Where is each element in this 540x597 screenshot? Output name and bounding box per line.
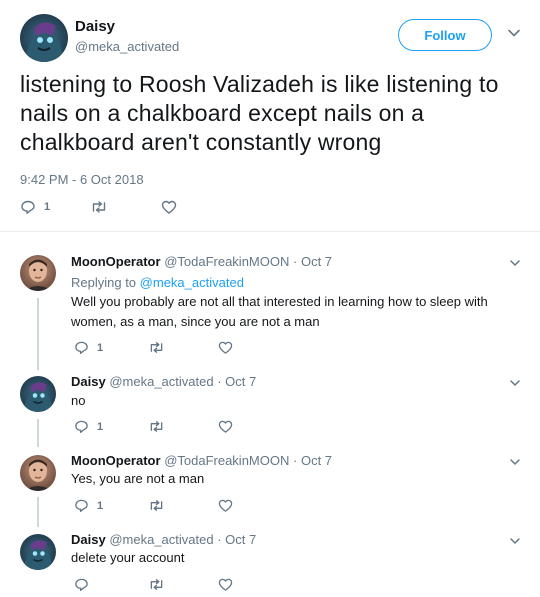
- thread-line: [37, 298, 39, 370]
- retweet-button[interactable]: [148, 419, 218, 434]
- reply-text: Yes, you are not a man: [71, 471, 205, 486]
- reply-count: 1: [44, 201, 51, 213]
- separator: ·: [217, 532, 222, 547]
- retweet-icon: [148, 498, 165, 513]
- follow-button[interactable]: Follow: [398, 19, 492, 51]
- avatar[interactable]: [20, 534, 56, 570]
- avatar[interactable]: [20, 455, 56, 491]
- replying-prefix: Replying to: [71, 275, 137, 290]
- reply-icon: [74, 419, 89, 434]
- tweet-text: listening to Roosh Valizadeh is like lis…: [20, 71, 499, 155]
- author-name[interactable]: Daisy: [75, 18, 115, 35]
- reply-text: no: [71, 393, 86, 408]
- thread-line: [37, 497, 39, 527]
- replying-to: Replying to @meka_activated: [71, 275, 244, 290]
- separator: ·: [293, 254, 298, 269]
- reply-icon: [74, 498, 89, 513]
- reply-date[interactable]: Oct 7: [225, 374, 256, 389]
- avatar[interactable]: [20, 14, 68, 62]
- author-handle[interactable]: @TodaFreakinMOON: [164, 453, 289, 468]
- like-button[interactable]: [218, 340, 233, 355]
- heart-icon: [218, 498, 233, 513]
- like-button[interactable]: [218, 577, 233, 592]
- retweet-icon: [148, 340, 165, 355]
- retweet-button[interactable]: [148, 340, 218, 355]
- chevron-down-icon[interactable]: [509, 455, 521, 473]
- retweet-button[interactable]: [148, 498, 218, 513]
- reply-button[interactable]: 1: [74, 419, 148, 434]
- author-handle[interactable]: @TodaFreakinMOON: [164, 254, 289, 269]
- author-name[interactable]: Daisy: [71, 532, 106, 547]
- author-name[interactable]: MoonOperator: [71, 254, 161, 269]
- reply-header: Daisy @meka_activated · Oct 7: [71, 374, 256, 389]
- reply-text: delete your account: [71, 550, 185, 565]
- chevron-down-icon[interactable]: [507, 26, 521, 45]
- reply-header: MoonOperator @TodaFreakinMOON · Oct 7: [71, 453, 332, 468]
- reply-date[interactable]: Oct 7: [225, 532, 256, 547]
- reply-count: 1: [97, 341, 104, 354]
- reply-date[interactable]: Oct 7: [301, 254, 332, 269]
- reply-count: 1: [97, 499, 104, 512]
- author-name[interactable]: Daisy: [71, 374, 106, 389]
- author-handle[interactable]: @meka_activated: [109, 374, 213, 389]
- reply-button[interactable]: 1: [74, 498, 148, 513]
- thread-line: [37, 419, 39, 447]
- tweet-actions: 1: [74, 340, 233, 355]
- reply-button[interactable]: 1: [74, 340, 148, 355]
- reply-icon: [20, 199, 36, 215]
- retweet-button[interactable]: [90, 199, 161, 215]
- tweet-timestamp[interactable]: 9:42 PM - 6 Oct 2018: [20, 172, 144, 187]
- mention-link[interactable]: @meka_activated: [140, 275, 244, 290]
- avatar[interactable]: [20, 376, 56, 412]
- tweet-actions: 1: [74, 419, 233, 434]
- divider: [0, 231, 540, 232]
- chevron-down-icon[interactable]: [509, 256, 521, 274]
- reply-icon: [74, 340, 89, 355]
- reply-button[interactable]: [74, 577, 148, 592]
- chevron-down-icon[interactable]: [509, 376, 521, 394]
- author-handle[interactable]: @meka_activated: [109, 532, 213, 547]
- retweet-icon: [90, 199, 108, 215]
- like-button[interactable]: [218, 498, 233, 513]
- heart-icon: [161, 199, 177, 215]
- reply-header: MoonOperator @TodaFreakinMOON · Oct 7: [71, 254, 332, 269]
- like-button[interactable]: [218, 419, 233, 434]
- reply-header: Daisy @meka_activated · Oct 7: [71, 532, 256, 547]
- tweet-actions: 1: [20, 199, 177, 215]
- author-handle[interactable]: @meka_activated: [75, 39, 179, 54]
- retweet-button[interactable]: [148, 577, 218, 592]
- chevron-down-icon[interactable]: [509, 534, 521, 552]
- reply-text: Well you probably are not all that inter…: [71, 294, 488, 329]
- separator: ·: [217, 374, 222, 389]
- reply-icon: [74, 577, 89, 592]
- avatar[interactable]: [20, 255, 56, 291]
- tweet-actions: 1: [74, 498, 233, 513]
- like-button[interactable]: [161, 199, 177, 215]
- heart-icon: [218, 577, 233, 592]
- tweet-actions: [74, 577, 233, 592]
- reply-button[interactable]: 1: [20, 199, 90, 215]
- reply-count: 1: [97, 420, 104, 433]
- reply-date[interactable]: Oct 7: [301, 453, 332, 468]
- author-name[interactable]: MoonOperator: [71, 453, 161, 468]
- separator: ·: [293, 453, 298, 468]
- retweet-icon: [148, 577, 165, 592]
- heart-icon: [218, 419, 233, 434]
- heart-icon: [218, 340, 233, 355]
- retweet-icon: [148, 419, 165, 434]
